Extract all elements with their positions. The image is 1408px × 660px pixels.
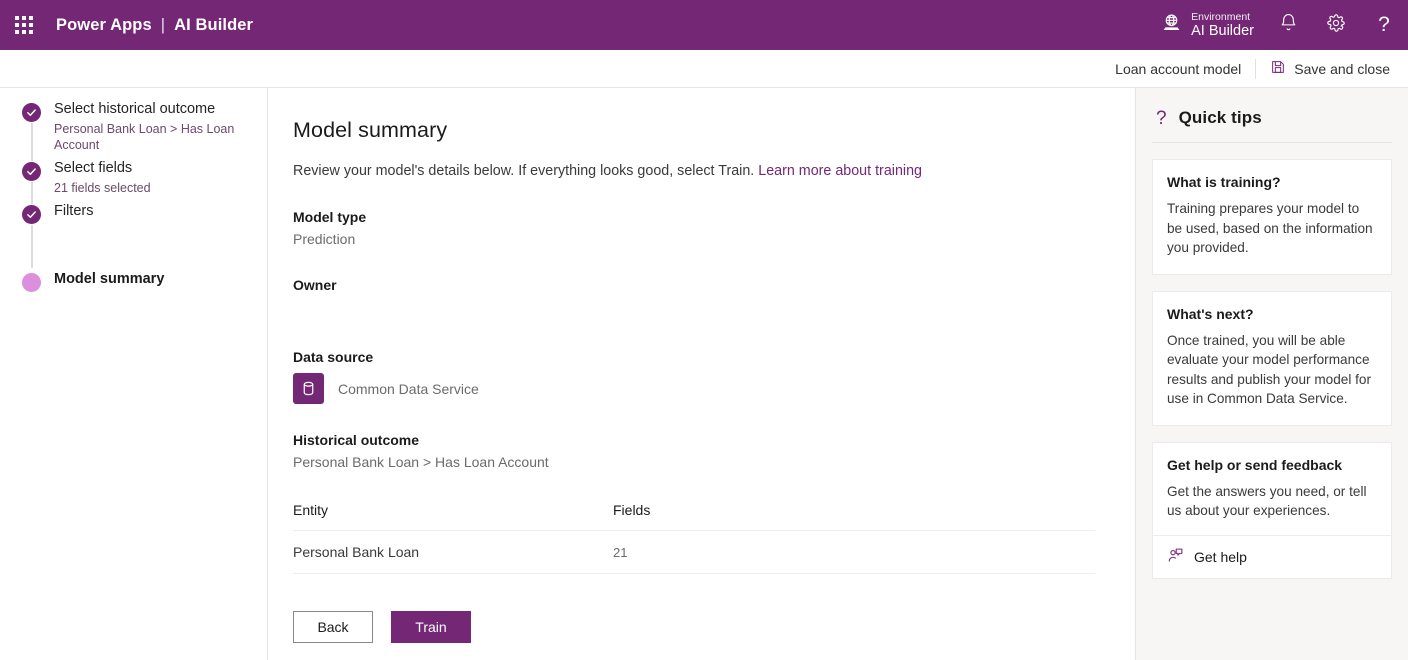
model-type-label: Model type — [293, 209, 1095, 225]
tip-body: Get the answers you need, or tell us abo… — [1167, 482, 1377, 521]
owner-value — [293, 299, 1095, 321]
wizard-rail: Select historical outcome Personal Bank … — [0, 88, 268, 660]
table-row[interactable]: Personal Bank Loan 21 — [293, 530, 1095, 574]
entity-fields-table: Entity Fields Personal Bank Loan 21 — [293, 502, 1095, 574]
tip-card-get-help: Get help or send feedback Get the answer… — [1152, 442, 1392, 579]
waffle-grid — [15, 16, 33, 34]
command-bar: Loan account model Save and close — [0, 50, 1408, 88]
data-source-block: Data source Common Data Service — [293, 349, 1095, 404]
owner-block: Owner — [293, 277, 1095, 321]
page-title: Model summary — [293, 118, 1095, 143]
cell-entity: Personal Bank Loan — [293, 544, 613, 560]
wizard-step-subtitle: 21 fields selected — [54, 180, 239, 196]
table-header-row: Entity Fields — [293, 502, 1095, 530]
brand-separator: | — [161, 16, 165, 35]
tip-body: Once trained, you will be able evaluate … — [1167, 331, 1377, 409]
tip-heading: What is training? — [1167, 174, 1377, 190]
database-cylinder-icon — [293, 373, 324, 404]
save-and-close-button[interactable]: Save and close — [1256, 54, 1400, 84]
wizard-step-title: Select fields — [54, 159, 253, 178]
wizard-step-title: Model summary — [54, 270, 253, 289]
wizard-step-select-fields[interactable]: Select fields 21 fields selected — [22, 159, 267, 196]
notifications-button[interactable] — [1264, 0, 1312, 50]
environment-globe-icon — [1161, 12, 1182, 38]
question-mark-icon: ? — [1378, 13, 1390, 37]
wizard-step-title: Filters — [54, 202, 253, 221]
save-and-close-label: Save and close — [1294, 61, 1390, 77]
get-help-label: Get help — [1194, 549, 1247, 565]
data-source-value: Common Data Service — [338, 381, 479, 397]
gear-icon — [1326, 13, 1346, 38]
historical-outcome-value: Personal Bank Loan > Has Loan Account — [293, 454, 1095, 472]
historical-outcome-block: Historical outcome Personal Bank Loan > … — [293, 432, 1095, 472]
main-content: Model summary Review your model's detail… — [268, 88, 1136, 660]
suite-header-actions: Environment AI Builder — [1155, 0, 1408, 50]
model-type-block: Model type Prediction — [293, 209, 1095, 249]
tip-body: Training prepares your model to be used,… — [1167, 199, 1377, 258]
environment-value: AI Builder — [1191, 23, 1254, 40]
help-button[interactable]: ? — [1360, 0, 1408, 50]
main-scroll-area: Model summary Review your model's detail… — [268, 88, 1135, 594]
wizard-step-model-summary[interactable]: Model summary — [22, 270, 267, 300]
wizard-step-title: Select historical outcome — [54, 100, 253, 119]
data-source-row: Common Data Service — [293, 373, 1095, 404]
page-intro-text: Review your model's details below. If ev… — [293, 163, 754, 179]
footer-actions: Back Train — [268, 594, 1135, 660]
train-button[interactable]: Train — [391, 611, 471, 643]
save-floppy-disk-icon — [1270, 59, 1286, 78]
question-mark-icon: ? — [1156, 109, 1167, 128]
cell-fields: 21 — [613, 545, 627, 560]
quick-tips-header: ? Quick tips — [1152, 88, 1392, 143]
tip-heading: Get help or send feedback — [1167, 457, 1377, 473]
get-help-button[interactable]: Get help — [1153, 535, 1391, 578]
environment-label: Environment — [1191, 11, 1254, 23]
brand-title[interactable]: Power Apps | AI Builder — [56, 16, 253, 35]
environment-text: Environment AI Builder — [1191, 11, 1254, 40]
step-connector-line — [31, 182, 33, 204]
brand-power-apps: Power Apps — [56, 16, 152, 35]
power-apps-ai-builder-window: Power Apps | AI Builder Environme — [0, 0, 1408, 660]
model-name-label[interactable]: Loan account model — [1101, 61, 1255, 77]
wizard-step-filters[interactable]: Filters — [22, 202, 267, 264]
step-complete-check-icon — [22, 162, 41, 181]
suite-header-bar: Power Apps | AI Builder Environme — [0, 0, 1408, 50]
page-intro: Review your model's details below. If ev… — [293, 161, 1095, 181]
column-header-entity: Entity — [293, 502, 613, 518]
step-connector-line — [31, 225, 33, 268]
tip-card-what-is-training: What is training? Training prepares your… — [1152, 159, 1392, 275]
step-complete-check-icon — [22, 205, 41, 224]
wizard-steps: Select historical outcome Personal Bank … — [0, 100, 267, 300]
bell-icon — [1279, 13, 1298, 37]
tip-heading: What's next? — [1167, 306, 1377, 322]
data-source-label: Data source — [293, 349, 1095, 365]
step-current-dot-icon — [22, 273, 41, 292]
step-connector-line — [31, 123, 33, 161]
wizard-step-subtitle: Personal Bank Loan > Has Loan Account — [54, 121, 239, 153]
person-feedback-icon — [1167, 547, 1184, 567]
owner-label: Owner — [293, 277, 1095, 293]
settings-button[interactable] — [1312, 0, 1360, 50]
wizard-step-select-historical-outcome[interactable]: Select historical outcome Personal Bank … — [22, 100, 267, 153]
step-complete-check-icon — [22, 103, 41, 122]
historical-outcome-label: Historical outcome — [293, 432, 1095, 448]
quick-tips-panel: ? Quick tips What is training? Training … — [1136, 88, 1408, 660]
back-button[interactable]: Back — [293, 611, 373, 643]
column-header-fields: Fields — [613, 502, 650, 518]
tip-card-whats-next: What's next? Once trained, you will be a… — [1152, 291, 1392, 426]
environment-selector[interactable]: Environment AI Builder — [1155, 0, 1264, 50]
app-launcher-waffle-icon[interactable] — [0, 0, 48, 50]
page-body: Select historical outcome Personal Bank … — [0, 88, 1408, 660]
model-type-value: Prediction — [293, 231, 1095, 249]
learn-more-about-training-link[interactable]: Learn more about training — [758, 163, 922, 179]
quick-tips-title: Quick tips — [1179, 108, 1262, 128]
brand-product: AI Builder — [174, 16, 253, 35]
